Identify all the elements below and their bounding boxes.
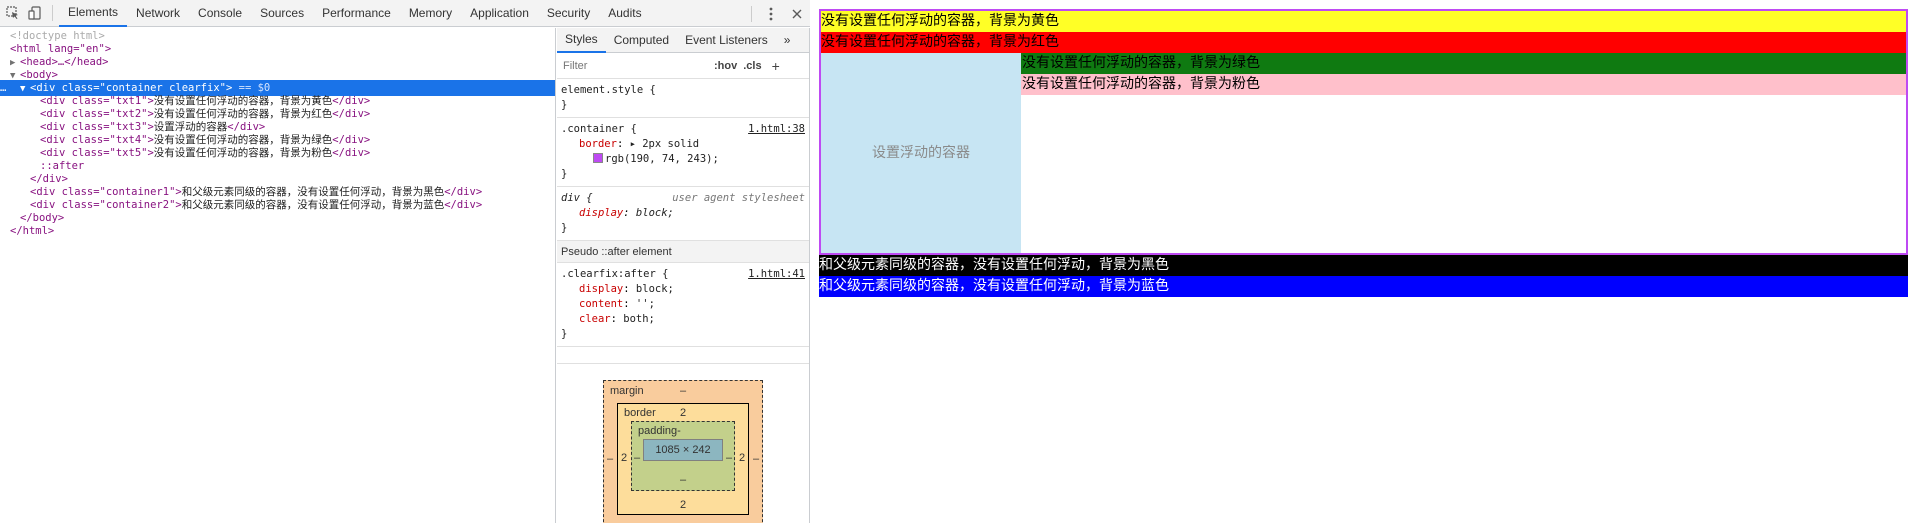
tab-security[interactable]: Security — [538, 0, 599, 27]
rule-selector: element.style { — [561, 84, 656, 96]
add-rule-icon[interactable]: + — [772, 58, 780, 74]
padding-right-value: – — [726, 452, 733, 464]
prop-value: both; — [623, 313, 655, 325]
rule-close: } — [561, 222, 568, 234]
rule-source-link[interactable]: 1.html:38 — [748, 122, 805, 137]
prop-name: display — [579, 283, 624, 295]
prop-value: ▸ 2px solid — [629, 138, 700, 150]
screen: Elements Network Console Sources Perform… — [0, 0, 1914, 523]
prop-name: content — [579, 298, 624, 310]
pseudo-after-header: Pseudo ::after element — [557, 241, 809, 263]
tab-styles[interactable]: Styles — [557, 28, 606, 53]
styles-filter-input[interactable] — [561, 56, 706, 75]
margin-left-value: – — [607, 453, 614, 465]
rule-source-link[interactable]: 1.html:41 — [748, 267, 805, 282]
border-right-value: 2 — [739, 452, 746, 464]
prop-name: display — [579, 207, 624, 219]
txt3-float: 设置浮动的容器 — [821, 53, 1021, 253]
device-toggle-icon[interactable] — [24, 0, 46, 26]
rule-element-style[interactable]: element.style { } — [557, 79, 809, 118]
prop-value: ''; — [635, 298, 655, 310]
rule-close: } — [561, 168, 568, 180]
html-close-tag: </html> — [10, 225, 55, 237]
hov-button[interactable]: :hov — [714, 60, 737, 72]
devtools-toolbar: Elements Network Console Sources Perform… — [0, 0, 810, 27]
txt2-red: 没有设置任何浮动的容器，背景为红色 — [821, 32, 1906, 53]
prop-name: clear — [579, 313, 611, 325]
tab-computed[interactable]: Computed — [606, 28, 677, 53]
tab-application[interactable]: Application — [461, 0, 538, 27]
container-clearfix[interactable]: 没有设置任何浮动的容器，背景为黄色 没有设置任何浮动的容器，背景为红色 没有设置… — [819, 9, 1908, 255]
elements-tree: <!doctype html> <html lang="en"> ▶ <head>… — [0, 28, 556, 523]
padding-label: padding- — [638, 425, 681, 437]
rule-close: } — [561, 328, 568, 340]
box-model-margin[interactable]: margin – – – – border 2 2 2 2 padding- –… — [603, 380, 763, 523]
css-property[interactable]: display: block; — [561, 282, 805, 297]
tab-audits[interactable]: Audits — [599, 0, 650, 27]
dom-html-close[interactable]: </html> — [0, 223, 555, 239]
tab-console[interactable]: Console — [189, 0, 251, 27]
tab-memory[interactable]: Memory — [400, 0, 461, 27]
border-top-value: 2 — [680, 407, 687, 419]
txt3-text: 设置浮动的容器 — [872, 144, 970, 161]
rule-div-ua[interactable]: div { user agent stylesheet display: blo… — [557, 187, 809, 241]
css-property[interactable]: clear: both; — [561, 312, 805, 327]
tab-performance[interactable]: Performance — [313, 0, 400, 27]
prop-name: border — [579, 138, 617, 150]
rule-container[interactable]: .container { 1.html:38 border: ▸ 2px sol… — [557, 118, 809, 187]
cls-button[interactable]: .cls — [743, 60, 761, 72]
prop-value-color: rgb(190, 74, 243); — [605, 153, 719, 165]
color-swatch-icon[interactable] — [593, 153, 603, 163]
tab-sources[interactable]: Sources — [251, 0, 313, 27]
tab-event-listeners[interactable]: Event Listeners — [677, 28, 776, 53]
prop-value: block; — [635, 207, 674, 219]
margin-label: margin — [610, 385, 644, 397]
container1-black: 和父级元素同级的容器，没有设置任何浮动，背景为黑色 — [819, 255, 1908, 276]
border-label: border — [624, 407, 656, 419]
border-left-value: 2 — [621, 452, 628, 464]
more-tabs-icon[interactable]: » — [776, 28, 799, 53]
margin-right-value: – — [753, 453, 760, 465]
css-property: display: block; — [579, 207, 674, 219]
padding-left-value: – — [634, 452, 641, 464]
box-model-border[interactable]: border 2 2 2 2 padding- – – – 1085 × 242 — [617, 403, 749, 515]
border-bottom-value: 2 — [680, 499, 687, 511]
txt1-yellow: 没有设置任何浮动的容器，背景为黄色 — [821, 11, 1906, 32]
css-property-cont: rgb(190, 74, 243); — [561, 152, 805, 167]
styles-pane: Styles Computed Event Listeners » :hov .… — [557, 28, 810, 523]
css-property[interactable]: border: ▸ 2px solid — [561, 137, 805, 152]
toolbar-divider — [52, 5, 53, 21]
filter-row: :hov .cls + — [557, 53, 809, 79]
toolbar-divider — [751, 5, 752, 22]
container2-blue: 和父级元素同级的容器，没有设置任何浮动，背景为蓝色 — [819, 276, 1908, 297]
box-model-padding[interactable]: padding- – – – 1085 × 242 — [631, 421, 735, 491]
rendered-page: 没有设置任何浮动的容器，背景为黄色 没有设置任何浮动的容器，背景为红色 没有设置… — [811, 0, 1914, 523]
margin-top-value: – — [680, 385, 687, 397]
more-vert-icon[interactable] — [758, 1, 784, 27]
box-model-area: margin – – – – border 2 2 2 2 padding- –… — [557, 363, 809, 523]
tab-network[interactable]: Network — [127, 0, 189, 27]
prop-value: block; — [635, 283, 674, 295]
css-property[interactable]: content: ''; — [561, 297, 805, 312]
rule-close: } — [561, 99, 568, 111]
rule-source-ua: user agent stylesheet — [672, 192, 805, 204]
inspect-icon[interactable] — [2, 0, 24, 26]
tab-elements[interactable]: Elements — [59, 0, 128, 27]
rule-clearfix-after[interactable]: .clearfix:after { 1.html:41 display: blo… — [557, 263, 809, 347]
styles-tabbar: Styles Computed Event Listeners » — [557, 28, 809, 53]
box-model-content[interactable]: 1085 × 242 — [643, 439, 723, 461]
close-icon[interactable] — [784, 1, 810, 27]
padding-bottom-value: – — [680, 474, 687, 486]
